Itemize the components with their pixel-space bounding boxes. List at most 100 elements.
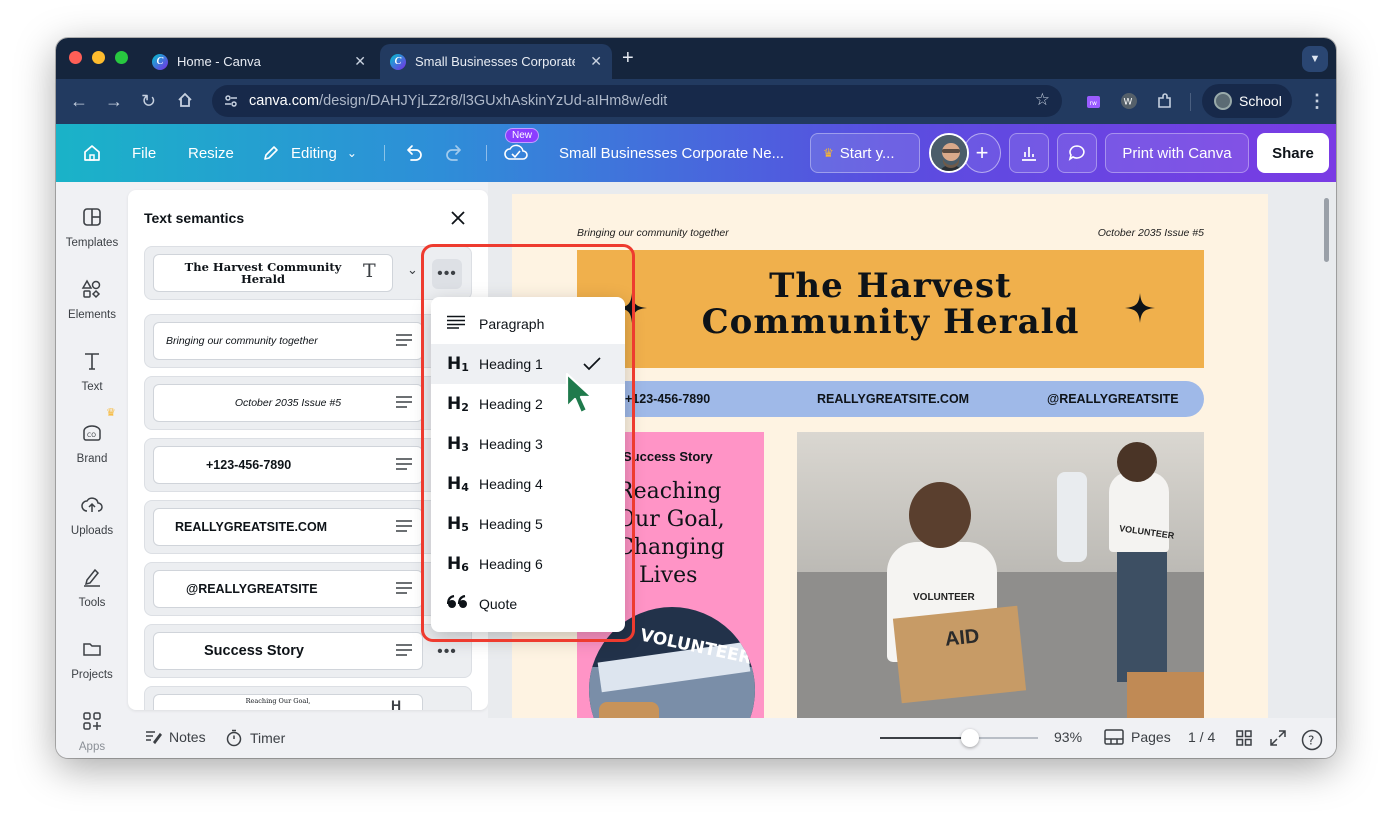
photo-food <box>599 702 659 718</box>
start-trial-button[interactable]: ♛ Start y... <box>810 133 920 173</box>
editing-mode-button[interactable]: Editing ⌄ <box>261 124 357 182</box>
forward-icon[interactable]: → <box>105 91 123 111</box>
paragraph-icon <box>396 582 412 594</box>
text-preview[interactable]: REALLYGREATSITE.COM <box>153 508 423 546</box>
phone-text[interactable]: +123-456-7890 <box>625 392 710 406</box>
rail-text[interactable]: Text <box>56 350 128 393</box>
chevron-down-icon[interactable]: ▼ <box>1302 46 1328 72</box>
home-icon[interactable] <box>82 124 102 182</box>
reload-icon[interactable]: ↻ <box>141 91 156 111</box>
tab-design[interactable]: C Small Businesses Corporate N ✕ <box>380 44 612 79</box>
tab-home[interactable]: C Home - Canva ✕ <box>142 44 376 79</box>
editor-header: File Resize Editing ⌄ New Small Business… <box>56 124 1336 182</box>
comments-button[interactable] <box>1057 133 1097 173</box>
menu-item-heading-5[interactable]: H5 Heading 5 <box>431 504 625 544</box>
handle-text[interactable]: @REALLYGREATSITE <box>1047 392 1179 406</box>
browser-menu-icon[interactable]: ⋮ <box>1308 91 1326 111</box>
more-options-button[interactable]: ••• <box>432 259 462 289</box>
profile-button[interactable]: School <box>1202 84 1292 118</box>
zoom-percentage[interactable]: 93% <box>1054 729 1082 745</box>
url-text: canva.com/design/DAHJYjLZ2r8/l3GUxhAskin… <box>249 93 668 109</box>
timer-button[interactable]: Timer <box>225 729 285 747</box>
text-preview[interactable]: Reaching Our Goal, <box>153 694 423 710</box>
newsletter-title[interactable]: The Harvest Community Herald <box>577 268 1204 340</box>
zoom-slider[interactable] <box>880 729 1038 747</box>
fullscreen-icon[interactable] <box>1269 729 1287 747</box>
resize-button[interactable]: Resize <box>188 124 234 182</box>
tab-strip: C Home - Canva ✕ C Small Businesses Corp… <box>56 38 1336 79</box>
extension-icon[interactable]: rw <box>1083 90 1105 112</box>
photo-person-right-shirt <box>1109 472 1169 552</box>
close-tab-icon[interactable]: ✕ <box>590 53 602 70</box>
rail-elements[interactable]: Elements <box>56 278 128 321</box>
menu-item-heading-4[interactable]: H4 Heading 4 <box>431 464 625 504</box>
maximize-window-button[interactable] <box>115 51 128 64</box>
website-text[interactable]: REALLYGREATSITE.COM <box>817 392 969 406</box>
title-band[interactable]: The Harvest Community Herald <box>577 250 1204 368</box>
heading-6-icon: H6 <box>447 554 479 574</box>
grid-view-icon[interactable] <box>1235 729 1253 747</box>
issue-text[interactable]: October 2035 Issue #5 <box>1098 227 1204 239</box>
menu-item-heading-3[interactable]: H3 Heading 3 <box>431 424 625 464</box>
close-tab-icon[interactable]: ✕ <box>354 53 366 70</box>
share-button[interactable]: Share <box>1257 133 1329 173</box>
insights-button[interactable] <box>1009 133 1049 173</box>
text-preview[interactable]: +123-456-7890 <box>153 446 423 484</box>
bookmark-star-icon[interactable]: ☆ <box>1035 90 1050 110</box>
text-preview[interactable]: Bringing our community together <box>153 322 423 360</box>
rail-label: Uploads <box>70 525 114 537</box>
zoom-slider-thumb[interactable] <box>961 729 980 747</box>
rail-apps[interactable]: Apps <box>56 710 128 753</box>
url-field[interactable]: canva.com/design/DAHJYjLZ2r8/l3GUxhAskin… <box>212 85 1062 117</box>
redo-icon[interactable] <box>444 124 466 182</box>
rail-uploads[interactable]: Uploads <box>56 494 128 537</box>
heading-type-icon: H <box>391 697 402 710</box>
photo-person-right-legs <box>1117 552 1167 682</box>
extensions-puzzle-icon[interactable] <box>1154 90 1176 112</box>
text-semantics-dropdown: Paragraph H1 Heading 1 H2 Heading 2 H3 H… <box>431 297 625 632</box>
rail-tools[interactable]: Tools <box>56 566 128 609</box>
more-options-button[interactable]: ••• <box>432 637 462 667</box>
close-icon[interactable] <box>448 208 468 228</box>
chevron-down-icon[interactable]: ⌄ <box>407 262 418 278</box>
help-icon[interactable]: ? <box>1301 729 1323 751</box>
rail-brand[interactable]: ♛ CO Brand <box>56 407 128 465</box>
volunteers-photo[interactable]: VOLUNTEER VOLUNTEER AID <box>797 432 1204 718</box>
new-tab-icon[interactable]: + <box>622 47 634 70</box>
site-settings-icon[interactable] <box>223 93 239 109</box>
file-menu[interactable]: File <box>132 124 156 182</box>
paragraph-icon <box>447 314 479 334</box>
menu-item-heading-1[interactable]: H1 Heading 1 <box>431 344 625 384</box>
minimize-window-button[interactable] <box>92 51 105 64</box>
document-title[interactable]: Small Businesses Corporate Ne... <box>559 124 784 182</box>
pages-button[interactable]: Pages <box>1104 729 1171 745</box>
text-preview[interactable]: The Harvest Community Herald <box>153 254 393 292</box>
rail-projects[interactable]: Projects <box>56 638 128 681</box>
paragraph-icon <box>396 644 412 656</box>
close-window-button[interactable] <box>69 51 82 64</box>
menu-item-heading-6[interactable]: H6 Heading 6 <box>431 544 625 584</box>
undo-icon[interactable] <box>402 124 424 182</box>
home-icon[interactable] <box>176 91 194 113</box>
rail-templates[interactable]: Templates <box>56 206 128 249</box>
contact-band[interactable]: +123-456-7890 REALLYGREATSITE.COM @REALL… <box>577 381 1204 417</box>
heading-1-icon: H1 <box>447 354 479 374</box>
print-with-canva-button[interactable]: Print with Canva <box>1105 133 1249 173</box>
story-headline[interactable]: Reaching Our Goal, Changing Lives <box>617 478 725 590</box>
page-count[interactable]: 1 / 4 <box>1188 729 1215 745</box>
menu-item-heading-2[interactable]: H2 Heading 2 <box>431 384 625 424</box>
design-page[interactable]: Bringing our community together October … <box>512 194 1268 718</box>
notes-button[interactable]: Notes <box>144 729 206 745</box>
menu-item-quote[interactable]: Quote <box>431 584 625 624</box>
tagline-text[interactable]: Bringing our community together <box>577 227 729 239</box>
text-preview[interactable]: @REALLYGREATSITE <box>153 570 423 608</box>
rail-label: Text <box>81 381 103 393</box>
text-preview[interactable]: Success Story <box>153 632 423 670</box>
vertical-scrollbar[interactable] <box>1324 198 1329 262</box>
menu-item-paragraph[interactable]: Paragraph <box>431 304 625 344</box>
story-label[interactable]: Success Story <box>623 449 713 464</box>
back-icon[interactable]: ← <box>70 91 88 111</box>
avatar[interactable] <box>929 133 969 173</box>
text-preview[interactable]: October 2035 Issue #5 <box>153 384 423 422</box>
extension-icon[interactable]: W <box>1118 90 1140 112</box>
